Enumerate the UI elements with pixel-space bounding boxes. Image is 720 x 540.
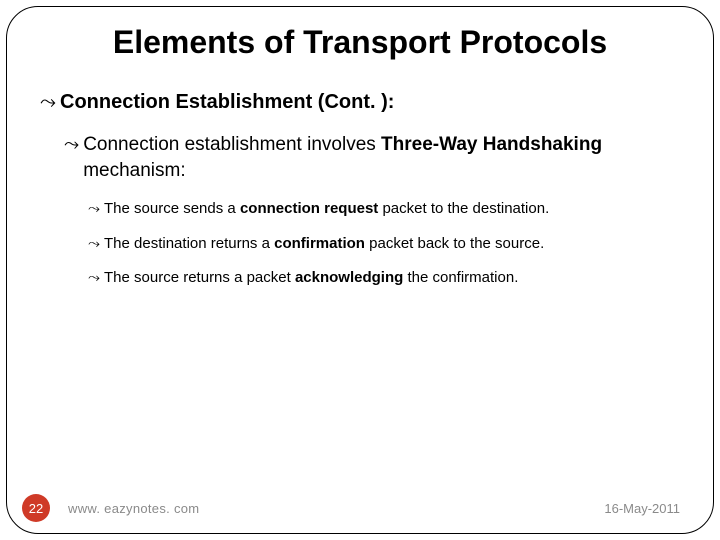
page-number: 22: [29, 501, 43, 516]
slide-footer: 22 www. eazynotes. com 16-May-2011: [0, 494, 720, 522]
footer-date: 16-May-2011: [604, 501, 680, 516]
slide-frame: [6, 6, 714, 534]
footer-site: www. eazynotes. com: [68, 501, 604, 516]
page-number-badge: 22: [22, 494, 50, 522]
